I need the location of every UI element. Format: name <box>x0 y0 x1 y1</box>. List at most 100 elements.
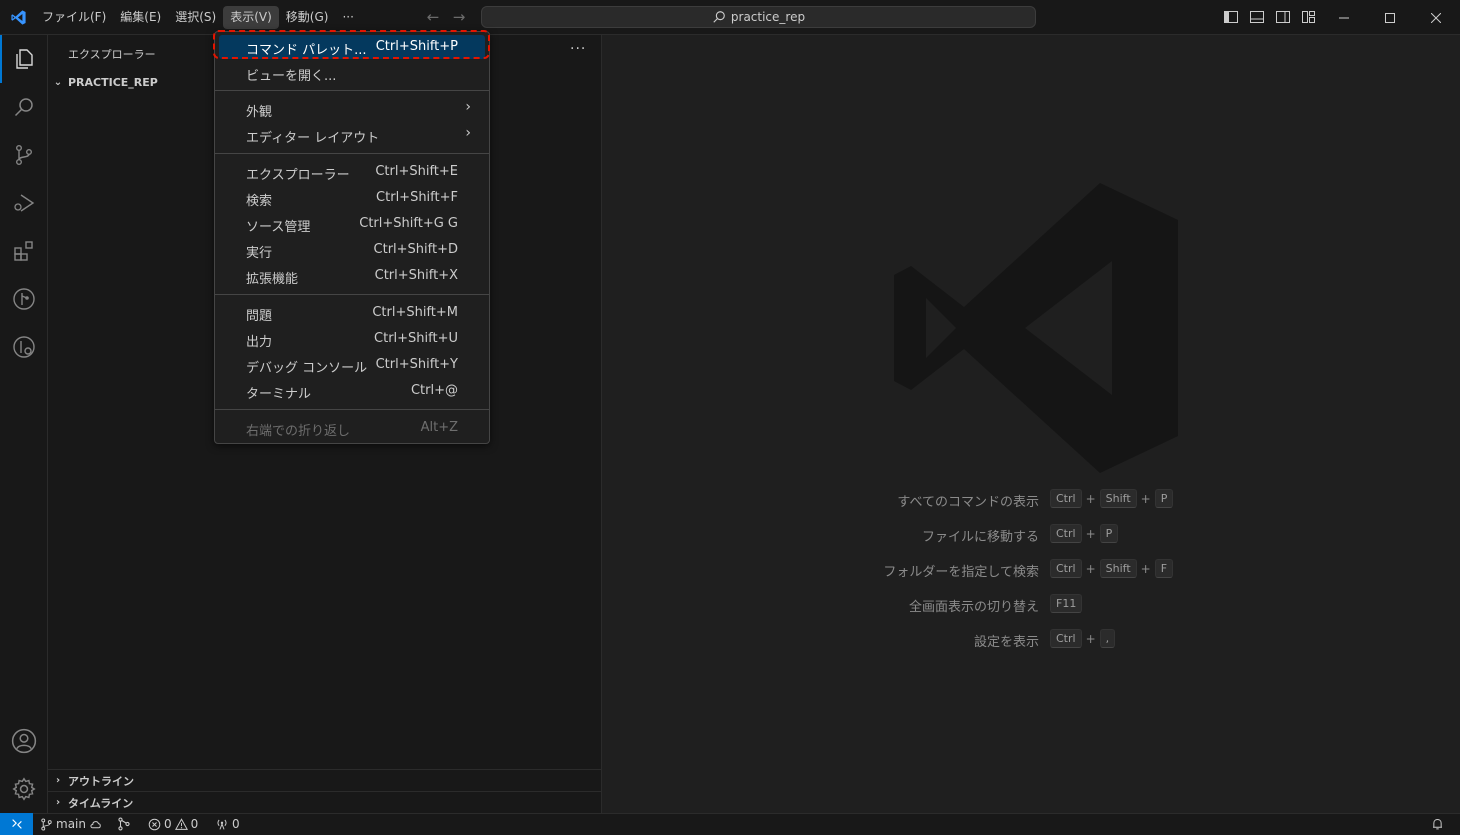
menu-item-shortcut: Alt+Z <box>420 420 458 435</box>
key-cap: Shift <box>1099 489 1137 508</box>
shortcut-label: フォルダーを指定して検索 <box>883 565 1039 580</box>
branch-status[interactable]: main <box>40 817 103 831</box>
key-plus: + <box>1085 561 1096 576</box>
menu-item-label: ビューを開く... <box>246 69 337 84</box>
activity-run-debug[interactable] <box>0 179 48 227</box>
chevron-down-icon: ⌄ <box>53 76 63 88</box>
customize-layout-icon[interactable] <box>1301 9 1317 25</box>
menu-go[interactable]: 移動(G) <box>279 6 336 29</box>
shortcut-keys: Ctrl + Shift + P <box>1050 489 1174 508</box>
warning-icon <box>174 817 188 830</box>
menu-item-label: ソース管理 <box>246 220 311 235</box>
toggle-secondary-sidebar-icon[interactable] <box>1275 9 1291 25</box>
chevron-right-icon: › <box>465 99 471 115</box>
shortcut-row: 全画面表示の切り替え F11 <box>802 594 1262 615</box>
maximize-icon <box>1385 12 1395 23</box>
menu-item-run[interactable]: 実行 Ctrl+Shift+D <box>219 238 485 262</box>
activity-source-control[interactable] <box>0 131 48 179</box>
menu-edit[interactable]: 編集(E) <box>113 6 168 29</box>
ports-count: 0 <box>232 817 240 831</box>
activity-extensions[interactable] <box>0 227 48 275</box>
menu-item-terminal[interactable]: ターミナル Ctrl+@ <box>219 379 485 403</box>
menu-item-appearance[interactable]: 外観 › <box>219 97 485 121</box>
menu-item-output[interactable]: 出力 Ctrl+Shift+U <box>219 327 485 351</box>
menu-separator <box>215 153 489 154</box>
menu-item-shortcut: Ctrl+Shift+P <box>375 39 458 54</box>
notifications-status[interactable] <box>1431 817 1444 831</box>
menu-item-search[interactable]: 検索 Ctrl+Shift+F <box>219 186 485 210</box>
activity-accounts[interactable] <box>0 717 48 765</box>
key-cap: Ctrl <box>1050 559 1082 578</box>
menu-more[interactable]: ··· <box>335 6 360 29</box>
menu-item-shortcut: Ctrl+Shift+E <box>375 164 458 179</box>
activity-manage[interactable] <box>0 765 48 813</box>
menu-item-shortcut: Ctrl+Shift+G G <box>359 216 458 231</box>
ports-status[interactable]: 0 <box>215 817 240 831</box>
shortcut-label: ファイルに移動する <box>921 530 1039 545</box>
git-lens-icon <box>13 336 35 358</box>
menu-item-problems[interactable]: 問題 Ctrl+Shift+M <box>219 301 485 325</box>
shortcut-keys: F11 <box>1050 594 1083 613</box>
minimize-button[interactable] <box>1321 0 1367 35</box>
menu-item-shortcut: Ctrl+Shift+F <box>376 190 458 205</box>
git-graph-status[interactable] <box>117 817 131 831</box>
menu-item-command-palette[interactable]: コマンド パレット... Ctrl+Shift+P <box>219 35 485 59</box>
shortcut-row: ファイルに移動する Ctrl + P <box>802 524 1262 545</box>
toggle-primary-sidebar-icon[interactable] <box>1223 9 1239 25</box>
extensions-icon <box>14 241 33 261</box>
menu-view[interactable]: 表示(V) <box>223 6 279 29</box>
menu-item-extensions[interactable]: 拡張機能 Ctrl+Shift+X <box>219 264 485 288</box>
close-button[interactable] <box>1413 0 1459 35</box>
key-plus: + <box>1085 491 1096 506</box>
gear-icon <box>12 777 36 801</box>
timeline-section-header[interactable]: › タイムライン <box>48 791 601 813</box>
title-bar: ファイル(F) 編集(E) 選択(S) 表示(V) 移動(G) ··· ← → … <box>0 0 1460 35</box>
command-center-search[interactable]: practice_rep <box>481 6 1036 28</box>
view-menu-dropdown: コマンド パレット... Ctrl+Shift+P ビューを開く... 外観 ›… <box>214 31 490 444</box>
key-plus: + <box>1140 491 1151 506</box>
source-control-icon <box>15 145 32 166</box>
vscode-watermark-logo <box>894 183 1178 473</box>
menu-item-editor-layout[interactable]: エディター レイアウト › <box>219 123 485 147</box>
menu-file[interactable]: ファイル(F) <box>35 6 113 29</box>
menu-bar: ファイル(F) 編集(E) 選択(S) 表示(V) 移動(G) ··· <box>35 6 361 29</box>
maximize-button[interactable] <box>1367 0 1413 35</box>
menu-item-debug-console[interactable]: デバッグ コンソール Ctrl+Shift+Y <box>219 353 485 377</box>
outline-section-header[interactable]: › アウトライン <box>48 769 601 791</box>
remote-indicator[interactable] <box>0 813 33 835</box>
toggle-panel-icon[interactable] <box>1249 9 1265 25</box>
activity-search[interactable] <box>0 83 48 131</box>
menu-selection[interactable]: 選択(S) <box>168 6 223 29</box>
menu-item-label: エディター レイアウト <box>246 131 380 146</box>
minimize-icon <box>1339 17 1349 18</box>
menu-item-word-wrap: 右端での折り返し Alt+Z <box>219 416 485 440</box>
menu-item-label: 実行 <box>246 246 273 261</box>
menu-item-shortcut: Ctrl+@ <box>410 383 458 398</box>
error-icon <box>148 818 161 830</box>
menu-item-explorer[interactable]: エクスプローラー Ctrl+Shift+E <box>219 160 485 184</box>
forward-arrow-icon[interactable]: → <box>450 8 468 26</box>
problems-status[interactable]: 0 0 <box>148 817 198 831</box>
menu-item-label: デバッグ コンソール <box>246 361 368 376</box>
menu-item-source-control[interactable]: ソース管理 Ctrl+Shift+G G <box>219 212 485 236</box>
broadcast-icon <box>217 819 227 830</box>
search-icon <box>713 11 725 23</box>
menu-separator <box>215 409 489 410</box>
key-cap: Shift <box>1099 559 1137 578</box>
shortcut-label: 設定を表示 <box>973 635 1039 650</box>
menu-separator <box>215 90 489 91</box>
menu-item-shortcut: Ctrl+Shift+Y <box>375 357 458 372</box>
activity-git-graph[interactable] <box>0 275 48 323</box>
chevron-right-icon: › <box>465 125 471 141</box>
menu-item-label: 右端での折り返し <box>246 424 351 439</box>
shortcut-keys: Ctrl + P <box>1050 524 1119 543</box>
sidebar-more-actions[interactable]: ··· <box>570 41 586 57</box>
key-cap: Ctrl <box>1050 629 1082 648</box>
activity-git-lens[interactable] <box>0 323 48 371</box>
key-cap: , <box>1099 629 1116 648</box>
activity-explorer[interactable] <box>0 35 48 83</box>
editor-area: すべてのコマンドの表示 Ctrl + Shift + P ファイルに移動する C… <box>602 35 1460 813</box>
error-count: 0 <box>164 817 172 831</box>
menu-item-open-view[interactable]: ビューを開く... <box>219 61 485 85</box>
back-arrow-icon[interactable]: ← <box>424 8 442 26</box>
